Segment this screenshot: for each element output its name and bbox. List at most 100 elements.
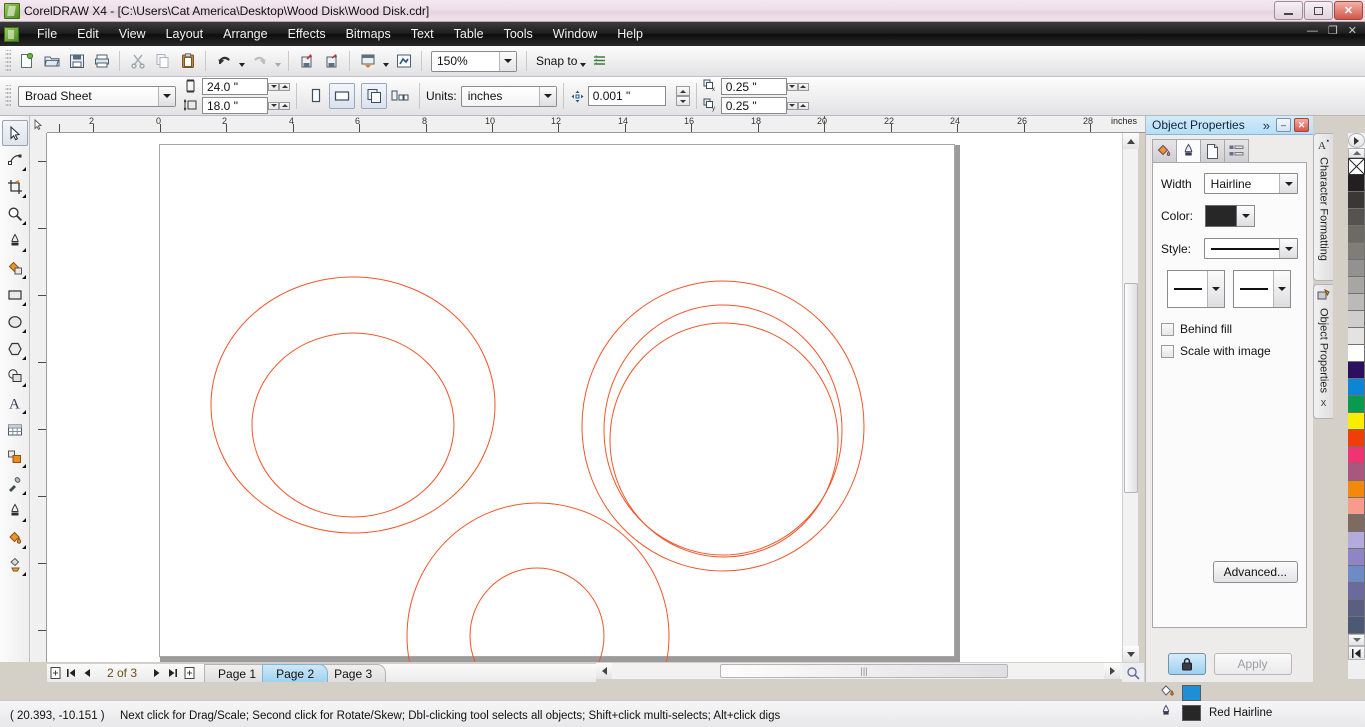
palette-swatch[interactable] <box>1348 566 1365 583</box>
export-icon[interactable] <box>319 49 344 74</box>
apply-button[interactable]: Apply <box>1214 653 1292 675</box>
zoom-one-shot-button[interactable] <box>1122 663 1144 682</box>
palette-scroll-home-icon[interactable] <box>1348 646 1365 660</box>
duplicate-x-spin-down[interactable] <box>787 83 798 91</box>
circle-top-left-inner[interactable] <box>252 333 454 517</box>
next-page-icon[interactable] <box>149 665 165 682</box>
scroll-right-arrow-icon[interactable] <box>1104 663 1120 679</box>
nudge-spin-up[interactable] <box>676 86 690 96</box>
text-tool[interactable]: A <box>2 390 28 416</box>
end-arrowhead-combo[interactable] <box>1233 270 1291 308</box>
snap-to-dropdown-arrow-icon[interactable] <box>577 49 588 74</box>
folder-open-icon[interactable] <box>39 49 64 74</box>
menu-item-tools[interactable]: Tools <box>494 25 543 43</box>
snap-to-label[interactable]: Snap to <box>536 54 577 68</box>
palette-swatch[interactable] <box>1348 294 1365 311</box>
redo-arrow-icon[interactable] <box>247 49 272 74</box>
menu-item-window[interactable]: Window <box>543 25 607 43</box>
all-pages-icon[interactable] <box>361 83 387 109</box>
undo-arrow-icon[interactable] <box>211 49 236 74</box>
circle-top-left-outer[interactable] <box>211 277 495 533</box>
palette-swatch[interactable] <box>1348 192 1365 209</box>
scroll-left-arrow-icon[interactable] <box>596 663 612 679</box>
pick-tool[interactable] <box>2 120 28 146</box>
fill-color-swatch[interactable] <box>1182 685 1201 701</box>
menu-item-edit[interactable]: Edit <box>67 25 109 43</box>
page-height-field[interactable]: 18.0 " <box>202 97 268 114</box>
document-icon[interactable] <box>4 27 19 42</box>
circle-bottom-inner[interactable] <box>470 568 604 662</box>
table-tool[interactable] <box>2 417 28 443</box>
duplicate-y-spin-up[interactable] <box>798 102 809 110</box>
circle-top-right-mid[interactable] <box>604 305 842 555</box>
outline-color-swatch[interactable] <box>1205 205 1237 227</box>
palette-swatch[interactable] <box>1348 617 1365 634</box>
minimize-button[interactable] <box>1274 1 1303 20</box>
copy-icon[interactable] <box>150 49 175 74</box>
palette-swatch[interactable] <box>1348 345 1365 362</box>
printer-icon[interactable] <box>89 49 114 74</box>
horizontal-scroll-thumb[interactable]: ||| <box>720 664 1008 678</box>
interactive-fill-tool[interactable] <box>2 552 28 578</box>
menu-item-table[interactable]: Table <box>444 25 494 43</box>
horizontal-ruler[interactable]: 2 0 2 4 6 8 10 12 14 16 18 20 22 24 26 2… <box>30 116 1145 133</box>
clipboard-paste-icon[interactable] <box>175 49 200 74</box>
smart-fill-tool[interactable] <box>2 255 28 281</box>
undo-dropdown-arrow-icon[interactable] <box>236 49 247 74</box>
new-page-icon[interactable] <box>14 49 39 74</box>
palette-swatch[interactable] <box>1348 481 1365 498</box>
scroll-up-arrow-icon[interactable] <box>1123 133 1139 149</box>
redo-dropdown-arrow-icon[interactable] <box>272 49 283 74</box>
start-arrowhead-dropdown-button[interactable] <box>1207 271 1224 307</box>
paper-type-dropdown-button[interactable] <box>158 87 175 106</box>
palette-swatch[interactable] <box>1348 311 1365 328</box>
zoom-tool[interactable] <box>2 201 28 227</box>
page-height-spin-down[interactable] <box>268 102 279 110</box>
current-page-icon[interactable] <box>387 83 413 109</box>
palette-swatch[interactable] <box>1348 396 1365 413</box>
polygon-tool[interactable] <box>2 336 28 362</box>
outline-tool[interactable] <box>2 498 28 524</box>
scroll-down-arrow-icon[interactable] <box>1123 646 1139 662</box>
outline-width-combo[interactable]: Hairline <box>1204 173 1298 194</box>
menu-item-help[interactable]: Help <box>607 25 653 43</box>
basic-shapes-tool[interactable] <box>2 363 28 389</box>
zoom-dropdown-button[interactable] <box>499 52 516 71</box>
menu-item-text[interactable]: Text <box>401 25 444 43</box>
page-tab-2[interactable]: Page 2 <box>262 664 328 682</box>
drawing-canvas[interactable] <box>47 133 1122 662</box>
launcher-icon[interactable] <box>355 49 380 74</box>
palette-swatch[interactable] <box>1348 328 1365 345</box>
side-tab-object-properties[interactable]: Object Properties x <box>1313 284 1333 419</box>
general-tab[interactable] <box>1200 139 1225 162</box>
ellipse-tool[interactable] <box>2 309 28 335</box>
palette-swatch[interactable] <box>1348 175 1365 192</box>
palette-swatch[interactable] <box>1348 243 1365 260</box>
scale-with-image-checkbox-row[interactable]: Scale with image <box>1161 344 1298 358</box>
palette-swatch[interactable] <box>1348 277 1365 294</box>
palette-swatch[interactable] <box>1348 583 1365 600</box>
palette-scroll-down-icon[interactable] <box>1348 634 1365 646</box>
circle-bottom-outer[interactable] <box>407 503 669 662</box>
palette-swatch[interactable] <box>1348 515 1365 532</box>
menu-item-file[interactable]: File <box>27 25 67 43</box>
shape-tool[interactable] <box>2 147 28 173</box>
ruler-origin-button[interactable] <box>30 116 47 133</box>
menu-item-bitmaps[interactable]: Bitmaps <box>336 25 401 43</box>
fill-tool[interactable] <box>2 525 28 551</box>
palette-swatch[interactable] <box>1348 532 1365 549</box>
advanced-button[interactable]: Advanced... <box>1213 561 1298 583</box>
property-bar-grip[interactable] <box>5 85 11 107</box>
outline-color-dropdown-button[interactable] <box>1237 205 1255 227</box>
scale-with-image-checkbox[interactable] <box>1161 345 1174 358</box>
portrait-icon[interactable] <box>303 83 329 109</box>
outline-width-dropdown-button[interactable] <box>1279 174 1297 193</box>
blend-tool[interactable] <box>2 444 28 470</box>
side-tab-close-icon[interactable]: x <box>1321 397 1327 409</box>
corel-online-icon[interactable] <box>391 49 416 74</box>
menu-item-layout[interactable]: Layout <box>156 25 214 43</box>
canvas-horizontal-scrollbar[interactable]: ||| <box>596 663 1122 679</box>
eyedropper-tool[interactable] <box>2 471 28 497</box>
menu-item-view[interactable]: View <box>109 25 156 43</box>
fill-tab[interactable] <box>1152 139 1177 162</box>
